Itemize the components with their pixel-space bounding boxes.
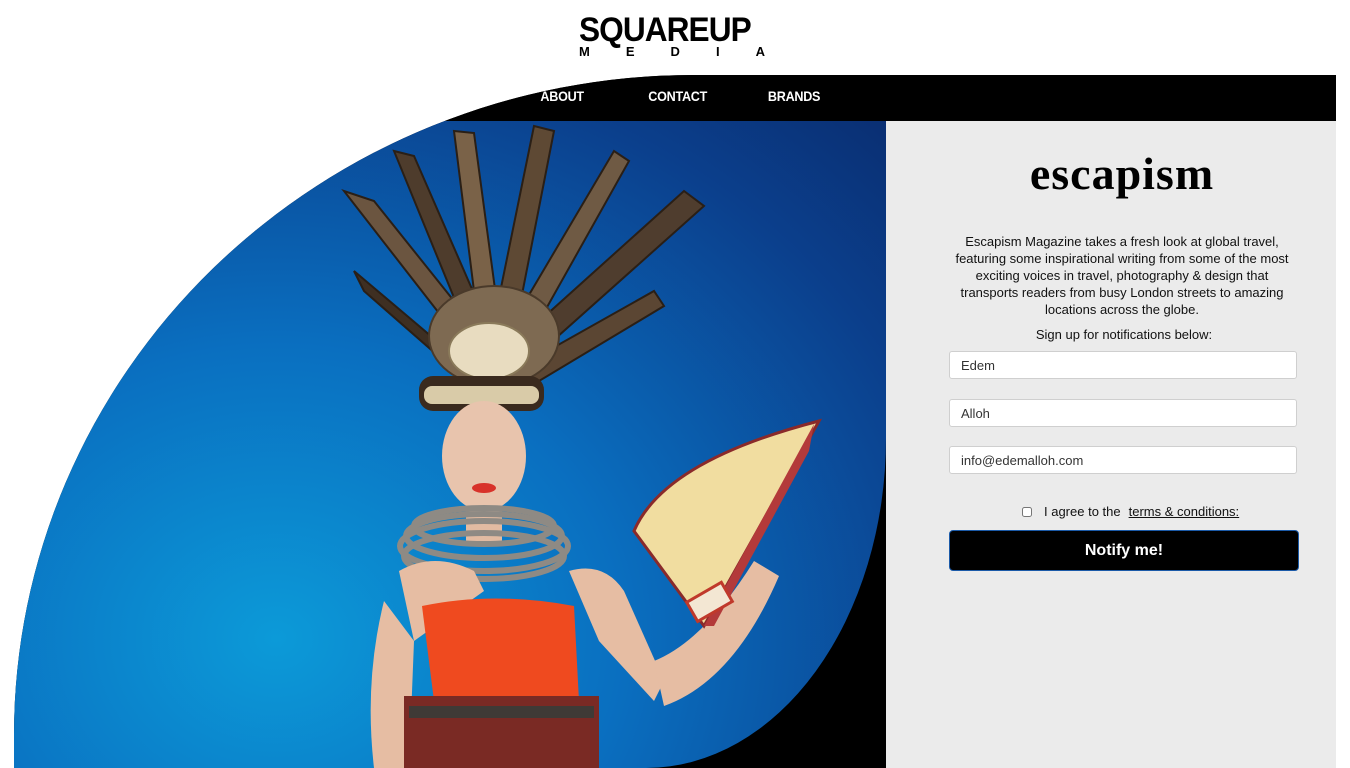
logo-sub-letter: A <box>755 44 765 59</box>
model-illustration <box>341 124 823 768</box>
agree-text: I agree to the <box>1044 504 1121 519</box>
nav-contact[interactable]: Contact <box>648 88 707 104</box>
terms-agreement: I agree to the terms & conditions: <box>1022 504 1239 519</box>
notify-button[interactable]: Notify me! <box>949 530 1299 571</box>
first-name-field[interactable] <box>949 351 1297 379</box>
logo-subtitle: M E D I A <box>579 45 765 59</box>
hero-photo <box>14 121 886 768</box>
brand-title: escapism <box>1029 148 1215 199</box>
main-nav: About Contact Brands <box>14 75 1336 121</box>
logo-sub-letter: D <box>670 44 680 59</box>
logo-wordmark: SQUAREUP <box>579 11 752 49</box>
email-field[interactable] <box>949 446 1297 474</box>
signup-label: Sign up for notifications below: <box>1035 327 1213 342</box>
skirt-band <box>409 706 594 718</box>
hero-section: About Contact Brands <box>14 75 1336 768</box>
logo-sub-letter: M <box>579 44 590 59</box>
site-logo[interactable]: SQUAREUP M E D I A <box>0 0 1350 75</box>
last-name-field[interactable] <box>949 399 1297 427</box>
logo-sub-letter: E <box>625 44 635 59</box>
nav-about[interactable]: About <box>540 88 584 104</box>
orange-top <box>422 598 579 701</box>
signup-panel: escapism Escapism Magazine takes a fresh… <box>886 121 1336 768</box>
terms-link[interactable]: terms & conditions: <box>1129 504 1240 519</box>
terms-checkbox[interactable] <box>1022 506 1032 517</box>
logo-sub-letter: I <box>715 44 720 59</box>
nav-brands[interactable]: Brands <box>768 88 821 104</box>
brand-description: Escapism Magazine takes a fresh look at … <box>955 234 1289 317</box>
